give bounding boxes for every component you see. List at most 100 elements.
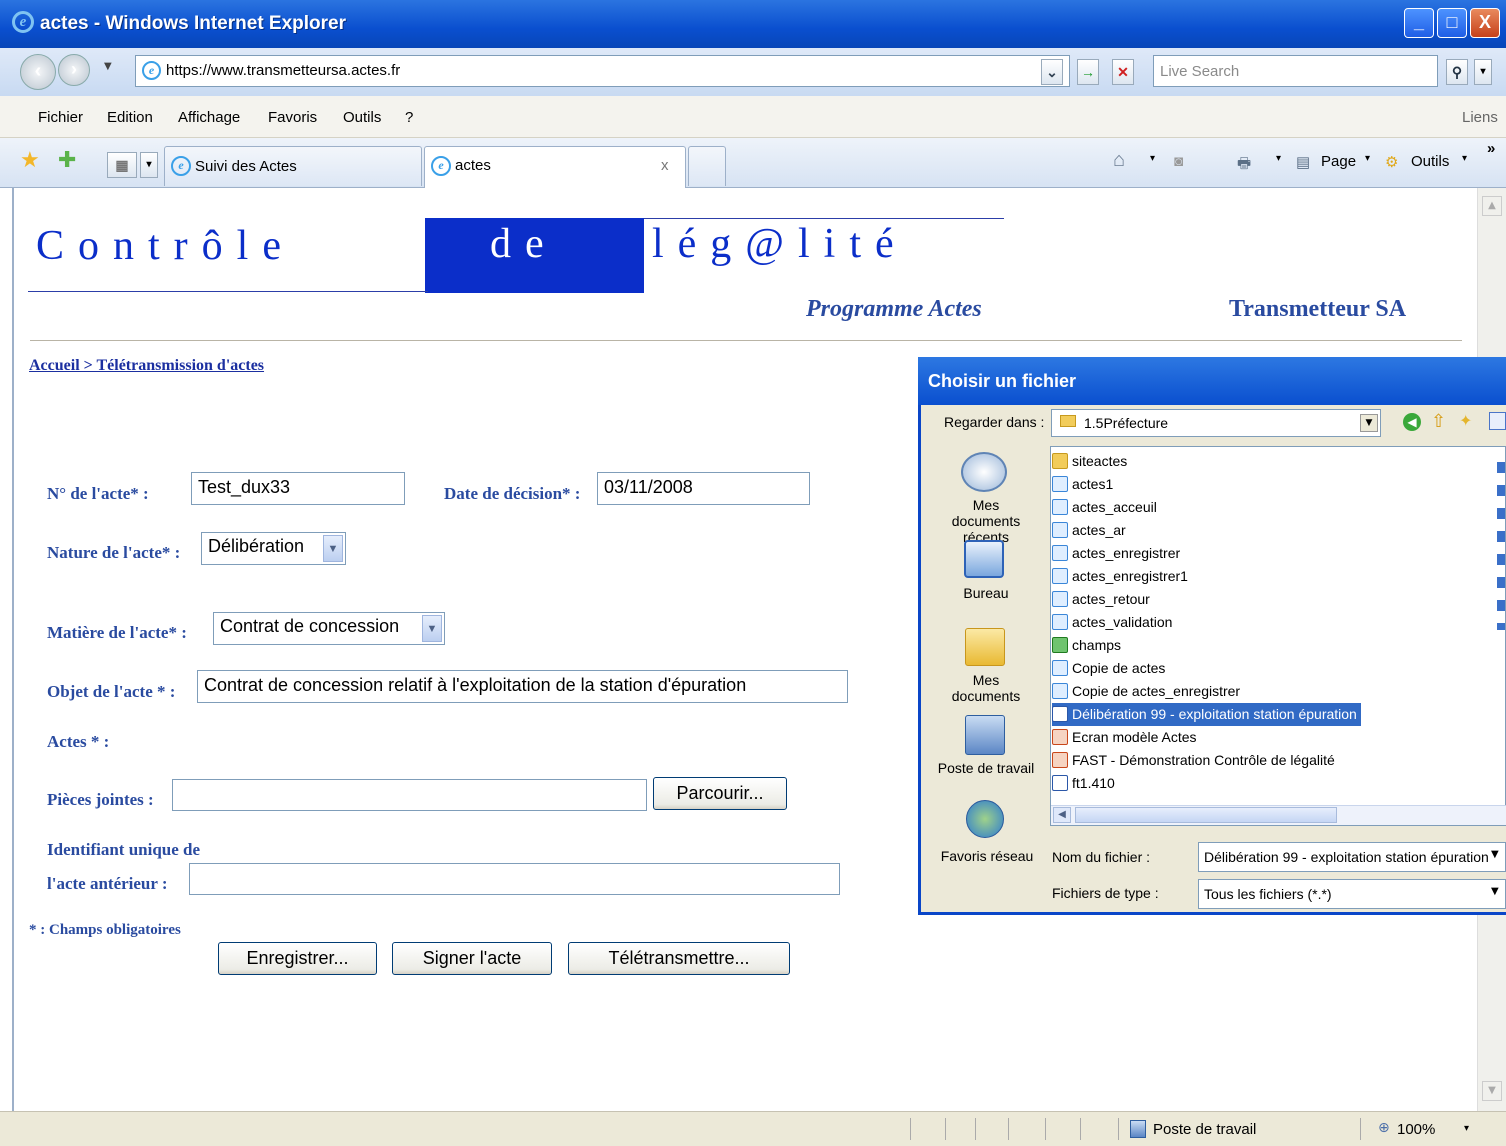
tab-close-icon[interactable]: x xyxy=(661,157,669,174)
print-dropdown-icon[interactable]: ▾ xyxy=(1276,153,1281,164)
desktop-icon[interactable] xyxy=(964,540,1004,578)
menu-affichage[interactable]: Affichage xyxy=(178,109,240,126)
title-bar: e actes - Windows Internet Explorer _ □ … xyxy=(0,0,1506,48)
go-arrow-icon[interactable]: → xyxy=(1077,59,1099,85)
view-menu-icon[interactable] xyxy=(1489,412,1506,430)
forward-button[interactable]: › xyxy=(58,54,90,86)
chevron-down-icon[interactable]: ▼ xyxy=(1491,886,1499,897)
list-item[interactable]: Copie de actes_enregistrer xyxy=(1052,680,1452,703)
feeds-icon[interactable]: ◙ xyxy=(1174,153,1183,170)
new-tab-button[interactable] xyxy=(688,146,726,186)
list-item[interactable]: actes_acceuil xyxy=(1052,496,1452,519)
favorites-star-icon[interactable]: ★ xyxy=(20,148,40,173)
list-item[interactable]: actes_ar xyxy=(1052,519,1452,542)
save-button[interactable]: Enregistrer... xyxy=(218,942,377,975)
zoom-dropdown-icon[interactable]: ▾ xyxy=(1464,1123,1469,1134)
menu-edition[interactable]: Edition xyxy=(107,109,153,126)
close-button[interactable]: X xyxy=(1470,8,1500,38)
scroll-down-icon[interactable]: ▼ xyxy=(1482,1081,1502,1101)
page-menu[interactable]: Page xyxy=(1321,153,1356,170)
look-in-value: 1.5Préfecture xyxy=(1084,415,1169,431)
list-item[interactable]: Ecran modèle Actes xyxy=(1052,726,1452,749)
matiere-select[interactable]: Contrat de concession ▼ xyxy=(213,612,445,645)
tab-list-icon[interactable]: ▾ xyxy=(140,152,158,178)
history-dropdown-icon[interactable]: ▼ xyxy=(104,61,112,72)
breadcrumb[interactable]: Accueil > Télétransmission d'actes xyxy=(29,357,264,375)
list-item[interactable]: actes_validation xyxy=(1052,611,1452,634)
home-icon[interactable]: ⌂ xyxy=(1113,149,1125,172)
sign-button[interactable]: Signer l'acte xyxy=(392,942,552,975)
horizontal-scrollbar[interactable]: ◀ xyxy=(1051,805,1506,825)
chevron-down-icon[interactable]: ▼ xyxy=(422,615,442,642)
list-item[interactable]: FAST - Démonstration Contrôle de légalit… xyxy=(1052,749,1452,772)
filetype-select[interactable]: Tous les fichiers (*.*) ▼ xyxy=(1198,879,1506,909)
menu-favoris[interactable]: Favoris xyxy=(268,109,317,126)
print-icon[interactable]: 🖶 xyxy=(1237,153,1251,178)
maximize-button[interactable]: □ xyxy=(1437,8,1467,38)
list-item[interactable]: actes_retour xyxy=(1052,588,1452,611)
address-dropdown-icon[interactable]: ⌄ xyxy=(1041,59,1063,85)
scroll-left-icon[interactable]: ◀ xyxy=(1053,807,1071,823)
my-computer-icon[interactable] xyxy=(965,715,1005,755)
network-icon[interactable] xyxy=(966,800,1004,838)
chevron-more-icon[interactable]: » xyxy=(1487,140,1495,157)
address-bar[interactable]: e https://www.transmetteursa.actes.fr xyxy=(135,55,1070,87)
identifiant-input[interactable] xyxy=(189,863,840,895)
list-item[interactable]: actes_enregistrer1 xyxy=(1052,565,1452,588)
quick-tabs-icon[interactable]: ▦ xyxy=(107,152,137,178)
recent-documents-icon[interactable] xyxy=(961,452,1007,492)
menu-help[interactable]: ? xyxy=(405,109,413,126)
my-documents-icon[interactable] xyxy=(965,628,1005,666)
chevron-down-icon[interactable]: ▼ xyxy=(1491,849,1499,860)
filename-input[interactable]: Délibération 99 - exploitation station é… xyxy=(1198,842,1506,872)
new-folder-icon[interactable]: ✦ xyxy=(1459,411,1472,430)
date-input[interactable]: 03/11/2008 xyxy=(597,472,810,505)
list-item[interactable]: ft1.410 xyxy=(1052,772,1452,795)
nature-select[interactable]: Délibération ▼ xyxy=(201,532,346,565)
menu-outils[interactable]: Outils xyxy=(343,109,381,126)
search-options-icon[interactable]: ▾ xyxy=(1474,59,1492,85)
place-my-documents[interactable]: Mes documents xyxy=(939,672,1033,704)
up-folder-icon[interactable]: ⇧ xyxy=(1431,411,1446,432)
transmit-button[interactable]: Télétransmettre... xyxy=(568,942,790,975)
minimize-button[interactable]: _ xyxy=(1404,8,1434,38)
tab-suivi-des-actes[interactable]: e Suivi des Actes xyxy=(164,146,422,186)
chevron-down-icon[interactable]: ▼ xyxy=(323,535,343,562)
address-url: https://www.transmetteursa.actes.fr xyxy=(166,62,401,79)
search-icon[interactable]: ⚲ xyxy=(1446,59,1468,85)
place-desktop[interactable]: Bureau xyxy=(946,585,1026,601)
scroll-thumb[interactable] xyxy=(1075,807,1337,823)
place-recent[interactable]: Mes documents récents xyxy=(946,497,1026,545)
back-icon[interactable]: ◀ xyxy=(1403,413,1421,431)
links-toolbar[interactable]: Liens xyxy=(1462,109,1498,126)
place-network[interactable]: Favoris réseau xyxy=(937,848,1037,864)
tools-menu[interactable]: Outils xyxy=(1411,153,1449,170)
tab-actes[interactable]: e actes x xyxy=(424,146,686,188)
add-favorites-icon[interactable]: ✚ xyxy=(58,148,76,173)
look-in-select[interactable]: 1.5Préfecture ▼ xyxy=(1051,409,1381,437)
list-item[interactable]: champs xyxy=(1052,634,1452,657)
home-dropdown-icon[interactable]: ▾ xyxy=(1150,153,1155,164)
stop-icon[interactable]: ✕ xyxy=(1112,59,1134,85)
list-item[interactable]: actes_enregistrer xyxy=(1052,542,1452,565)
zoom-level[interactable]: 100% xyxy=(1397,1121,1435,1138)
list-item-selected[interactable]: Délibération 99 - exploitation station é… xyxy=(1052,703,1361,726)
scroll-up-icon[interactable]: ▲ xyxy=(1482,196,1502,216)
menu-fichier[interactable]: Fichier xyxy=(38,109,83,126)
page-dropdown-icon[interactable]: ▾ xyxy=(1365,153,1370,164)
word-file-icon xyxy=(1052,775,1068,791)
back-button[interactable]: ‹ xyxy=(20,54,56,90)
objet-input[interactable]: Contrat de concession relatif à l'exploi… xyxy=(197,670,848,703)
pieces-input[interactable] xyxy=(172,779,647,811)
numero-input[interactable]: Test_dux33 xyxy=(191,472,405,505)
tools-dropdown-icon[interactable]: ▾ xyxy=(1462,153,1467,164)
list-item[interactable]: Copie de actes xyxy=(1052,657,1452,680)
chevron-down-icon[interactable]: ▼ xyxy=(1360,414,1378,432)
browse-button[interactable]: Parcourir... xyxy=(653,777,787,810)
place-my-computer[interactable]: Poste de travail xyxy=(937,760,1035,776)
search-input[interactable]: Live Search xyxy=(1153,55,1438,87)
list-item[interactable]: actes1 xyxy=(1052,473,1452,496)
zoom-icon[interactable]: ⊕ xyxy=(1378,1120,1390,1136)
html-file-icon xyxy=(1052,522,1068,538)
list-item[interactable]: siteactes xyxy=(1052,450,1452,473)
